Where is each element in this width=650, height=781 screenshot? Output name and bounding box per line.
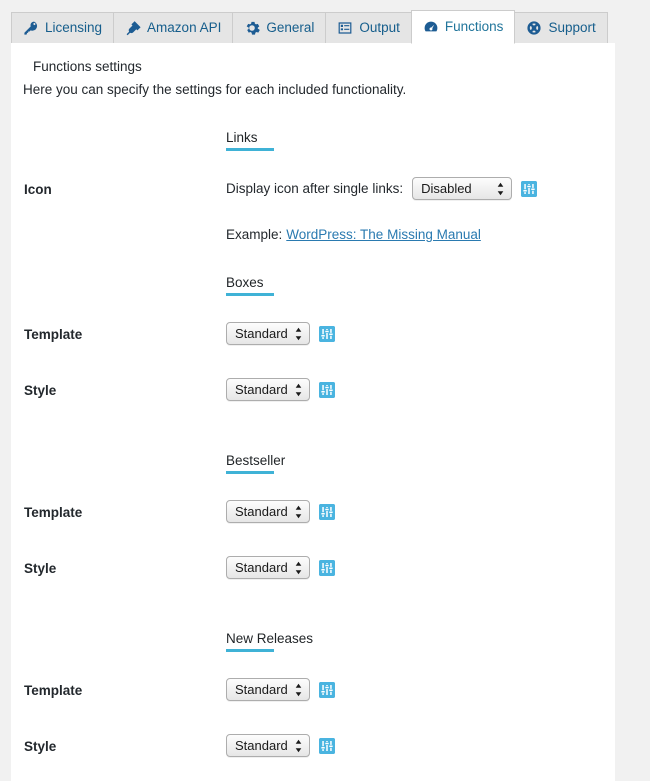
dashboard-icon (423, 19, 439, 35)
example-link[interactable]: WordPress: The Missing Manual (286, 227, 481, 242)
gear-icon (244, 20, 261, 36)
sliders-icon[interactable] (319, 559, 335, 576)
key-icon (23, 20, 39, 36)
row-label: Style (24, 383, 57, 398)
group-heading: Boxes (11, 274, 615, 296)
select-template[interactable]: Standard (226, 500, 310, 523)
tab-licensing[interactable]: Licensing (11, 12, 115, 43)
tab-support[interactable]: Support (514, 12, 608, 43)
panel-inner: Functions settings Here you can specify … (11, 43, 615, 776)
select-value: Standard (235, 326, 288, 341)
row-field: Standard (226, 378, 615, 401)
tab-amazon-api[interactable]: Amazon API (113, 12, 234, 43)
group-heading: Bestseller (11, 452, 615, 474)
row-field: Standard (226, 734, 615, 757)
page-title: Functions settings (33, 59, 142, 74)
example-row: Example: WordPress: The Missing Manual (11, 227, 615, 242)
select-icon[interactable]: Disabled (412, 177, 513, 200)
settings-row: Style Standard (11, 734, 615, 776)
tab-label: Output (359, 20, 400, 36)
row-field: Display icon after single links: Disabled (226, 177, 615, 200)
tab-label: Functions (444, 19, 504, 35)
row-field: Standard (226, 322, 615, 345)
settings-row: Style Standard (11, 556, 615, 598)
select-value: Disabled (421, 181, 472, 196)
group-heading-label: Bestseller (226, 453, 285, 474)
select-value: Standard (235, 560, 288, 575)
row-label: Style (24, 739, 57, 754)
tab-label: Amazon API (147, 20, 222, 36)
tab-label: General (266, 20, 315, 36)
select-value: Standard (235, 738, 288, 753)
settings-row: Template Standard (11, 500, 615, 542)
settings-panel: Functions settings Here you can specify … (11, 43, 615, 781)
select-template[interactable]: Standard (226, 322, 310, 345)
sliders-icon[interactable] (319, 681, 335, 698)
select-style[interactable]: Standard (226, 378, 310, 401)
settings-screen: Licensing Amazon API General Output Function… (0, 0, 650, 781)
settings-row: Template Standard (11, 678, 615, 720)
sliders-icon[interactable] (319, 381, 335, 398)
row-label: Icon (24, 182, 52, 197)
tab-output[interactable]: Output (325, 12, 412, 43)
row-label: Template (24, 327, 83, 342)
row-label: Template (24, 683, 83, 698)
list-view-icon (337, 20, 353, 36)
group-heading: Links (11, 129, 615, 151)
settings-sections: Links Icon Display icon after single links… (11, 129, 615, 776)
page-description: Here you can specify the settings for ea… (23, 82, 407, 97)
sliders-icon[interactable] (319, 737, 335, 754)
row-field: Standard (226, 500, 615, 523)
select-template[interactable]: Standard (226, 678, 310, 701)
tab-label: Support (548, 20, 596, 36)
lifebuoy-icon (526, 20, 542, 36)
sliders-icon[interactable] (521, 180, 538, 197)
select-style[interactable]: Standard (226, 556, 310, 579)
tab-functions[interactable]: Functions (410, 10, 516, 44)
inline-label: Display icon after single links: (226, 180, 404, 196)
group-heading-label: Links (226, 130, 274, 151)
row-label: Template (24, 505, 83, 520)
row-field: Standard (226, 678, 615, 701)
select-value: Standard (235, 682, 288, 697)
tab-label: Licensing (45, 20, 103, 36)
tab-general[interactable]: General (232, 12, 327, 43)
settings-row: Icon Display icon after single links: Disa… (11, 177, 615, 219)
group-heading-label: Boxes (226, 275, 274, 296)
settings-row: Template Standard (11, 322, 615, 364)
sliders-icon[interactable] (319, 503, 335, 520)
select-value: Standard (235, 382, 288, 397)
row-field: Standard (226, 556, 615, 579)
plug-icon (125, 20, 141, 36)
sliders-icon[interactable] (319, 325, 335, 342)
select-value: Standard (235, 504, 288, 519)
select-style[interactable]: Standard (226, 734, 310, 757)
row-label: Style (24, 561, 57, 576)
group-heading: New Releases (11, 630, 615, 652)
settings-tab-bar: Licensing Amazon API General Output Function… (11, 10, 615, 44)
example-prefix: Example: (226, 227, 283, 242)
group-heading-label: New Releases (226, 631, 313, 652)
settings-row: Style Standard (11, 378, 615, 420)
